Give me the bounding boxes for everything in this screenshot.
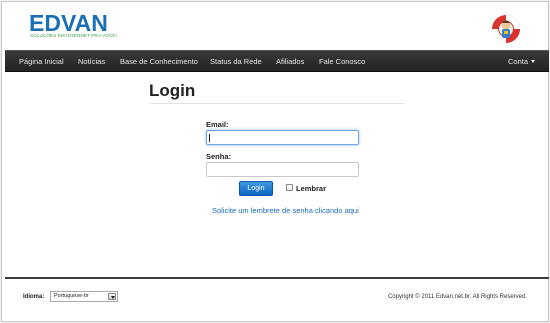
copyright-text: Copyright © 2011 Edvan.net.br. All Right… (387, 294, 527, 300)
mascot-life-ring-icon (492, 15, 520, 43)
account-menu-label: Conta (508, 57, 529, 66)
brand-name: EDVAN (29, 10, 108, 36)
password-label: Senha: (206, 152, 232, 161)
nav-item-home[interactable]: Página Inicial (19, 51, 64, 73)
account-menu[interactable]: Conta (508, 51, 536, 73)
language-select[interactable]: Portuguese-br (50, 291, 118, 302)
login-button[interactable]: Login (239, 181, 273, 196)
language-label: Idioma: (23, 294, 45, 300)
page-frame: EDVAN SOLUÇÕES EM INTERNET PRA VOCÊ! Pág… (1, 1, 549, 322)
title-divider (149, 103, 404, 104)
nav-item-news[interactable]: Notícias (78, 51, 105, 73)
nav-item-affiliates[interactable]: Afiliados (276, 51, 304, 73)
brand-slogan: SOLUÇÕES EM INTERNET PRA VOCÊ! (30, 33, 117, 38)
remember-label[interactable]: Lembrar (296, 184, 326, 193)
nav-item-network-status[interactable]: Status da Rede (210, 51, 262, 73)
password-field[interactable] (206, 162, 359, 177)
caret-down-icon (531, 60, 536, 63)
dropdown-arrow-icon[interactable] (108, 293, 116, 300)
footer-divider (5, 277, 549, 279)
password-reminder-link[interactable]: Solicite um lembrete de senha clicando a… (212, 206, 359, 215)
email-field[interactable] (206, 130, 359, 145)
nav-item-contact[interactable]: Fale Conosco (319, 51, 365, 73)
nav-item-knowledgebase[interactable]: Base de Conhecimento (120, 51, 198, 73)
page-title: Login (149, 81, 196, 100)
main-navbar: Página Inicial Notícias Base de Conhecim… (5, 50, 549, 72)
email-label: Email: (206, 120, 229, 129)
text-cursor (209, 134, 210, 142)
remember-checkbox[interactable] (286, 184, 293, 191)
brand-logo[interactable]: EDVAN SOLUÇÕES EM INTERNET PRA VOCÊ! (29, 11, 119, 43)
language-select-value: Portuguese-br (54, 293, 89, 299)
